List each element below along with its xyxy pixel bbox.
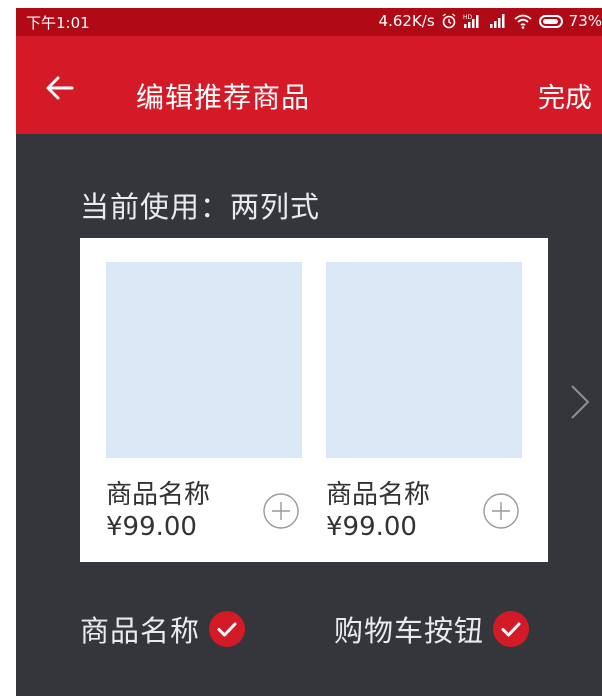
- status-right: 4.62K/s HD 73%: [379, 12, 602, 30]
- battery-percent: 73%: [568, 12, 602, 30]
- check-circle-icon[interactable]: [208, 610, 246, 648]
- alarm-icon: [441, 13, 457, 29]
- option-label: 商品名称: [80, 614, 201, 648]
- product-price: ¥99.00: [106, 512, 197, 542]
- done-button[interactable]: 完成: [538, 76, 592, 115]
- product-card: 商品名称 ¥99.00: [326, 262, 522, 542]
- product-name: 商品名称: [106, 480, 211, 510]
- option-label: 购物车按钮: [334, 614, 485, 648]
- current-layout-label: 当前使用：两列式: [80, 190, 321, 224]
- wifi-icon: [513, 13, 533, 29]
- battery-icon: [538, 14, 563, 28]
- chevron-right-icon[interactable]: [568, 382, 592, 422]
- add-to-cart-icon[interactable]: [262, 492, 300, 530]
- product-image-placeholder: [326, 262, 522, 458]
- product-image-placeholder: [106, 262, 302, 458]
- product-price: ¥99.00: [326, 512, 417, 542]
- option-product-name[interactable]: 商品名称: [80, 608, 246, 650]
- signal-icon: [489, 13, 507, 29]
- product-card: 商品名称 ¥99.00: [106, 262, 302, 542]
- svg-text:HD: HD: [463, 14, 473, 21]
- add-to-cart-icon[interactable]: [482, 492, 520, 530]
- product-name: 商品名称: [326, 480, 431, 510]
- page-title: 编辑推荐商品: [136, 81, 311, 114]
- hd-signal-icon: HD: [463, 13, 483, 29]
- option-cart-button[interactable]: 购物车按钮: [334, 608, 530, 650]
- back-arrow-icon[interactable]: [44, 72, 76, 104]
- status-bar: 下午1:01 4.62K/s HD 73%: [16, 8, 602, 36]
- network-speed: 4.62K/s: [378, 12, 435, 30]
- check-circle-icon[interactable]: [492, 610, 530, 648]
- app-bar: 编辑推荐商品 完成: [16, 36, 602, 134]
- status-time: 下午1:01: [26, 14, 90, 32]
- phone-screen: 下午1:01 4.62K/s HD 73% 编辑推荐商品 完成 当前使用：两列式: [16, 8, 602, 696]
- layout-preview-card[interactable]: 商品名称 ¥99.00 商品名称 ¥99.00: [80, 238, 548, 562]
